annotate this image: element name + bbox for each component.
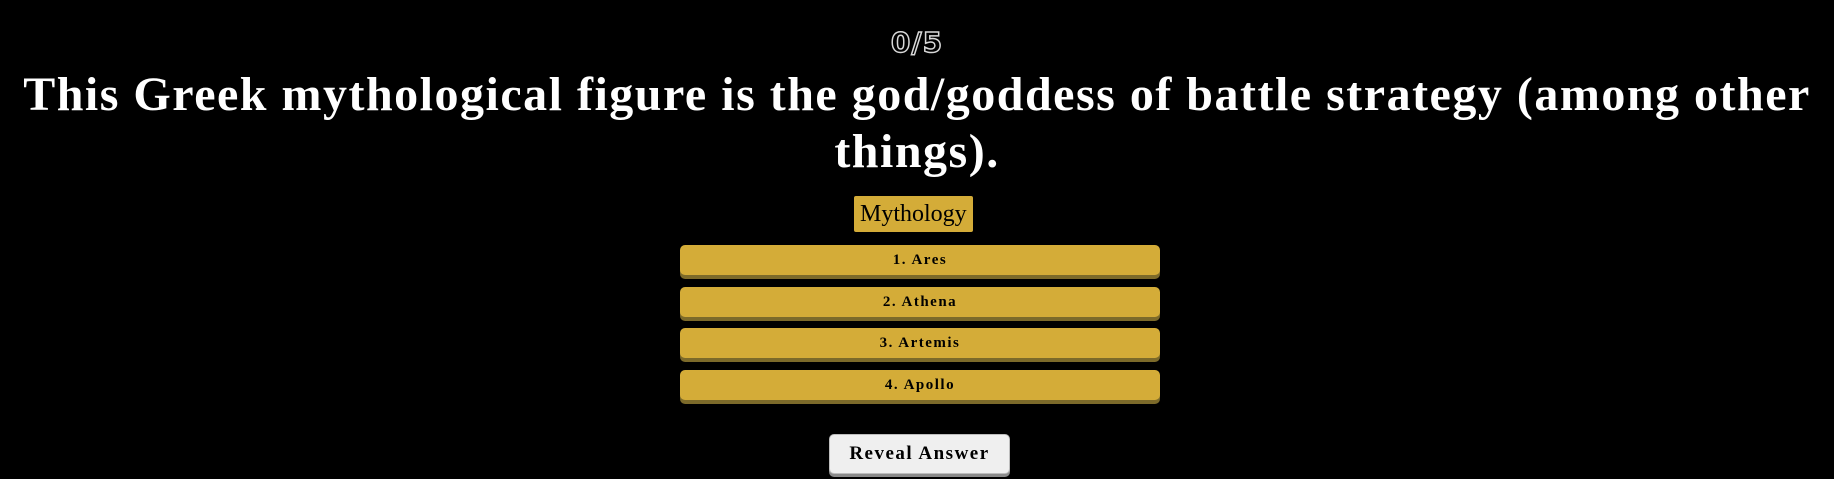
cropped-header-strip: [0, 0, 1834, 10]
answer-option-3[interactable]: 3. Artemis: [680, 328, 1160, 358]
reveal-answer-button[interactable]: Reveal Answer: [829, 434, 1010, 474]
answer-option-1[interactable]: 1. Ares: [680, 245, 1160, 275]
answer-option-2[interactable]: 2. Athena: [680, 286, 1160, 317]
question-text: This Greek mythological figure is the go…: [23, 68, 1811, 178]
answer-option-4[interactable]: 4. Apollo: [680, 369, 1160, 400]
score-counter: 0/5: [890, 25, 944, 60]
category-badge: Mythology: [854, 196, 973, 232]
answer-options: 1. Ares 2. Athena 3. Artemis 4. Apollo: [680, 245, 1160, 411]
